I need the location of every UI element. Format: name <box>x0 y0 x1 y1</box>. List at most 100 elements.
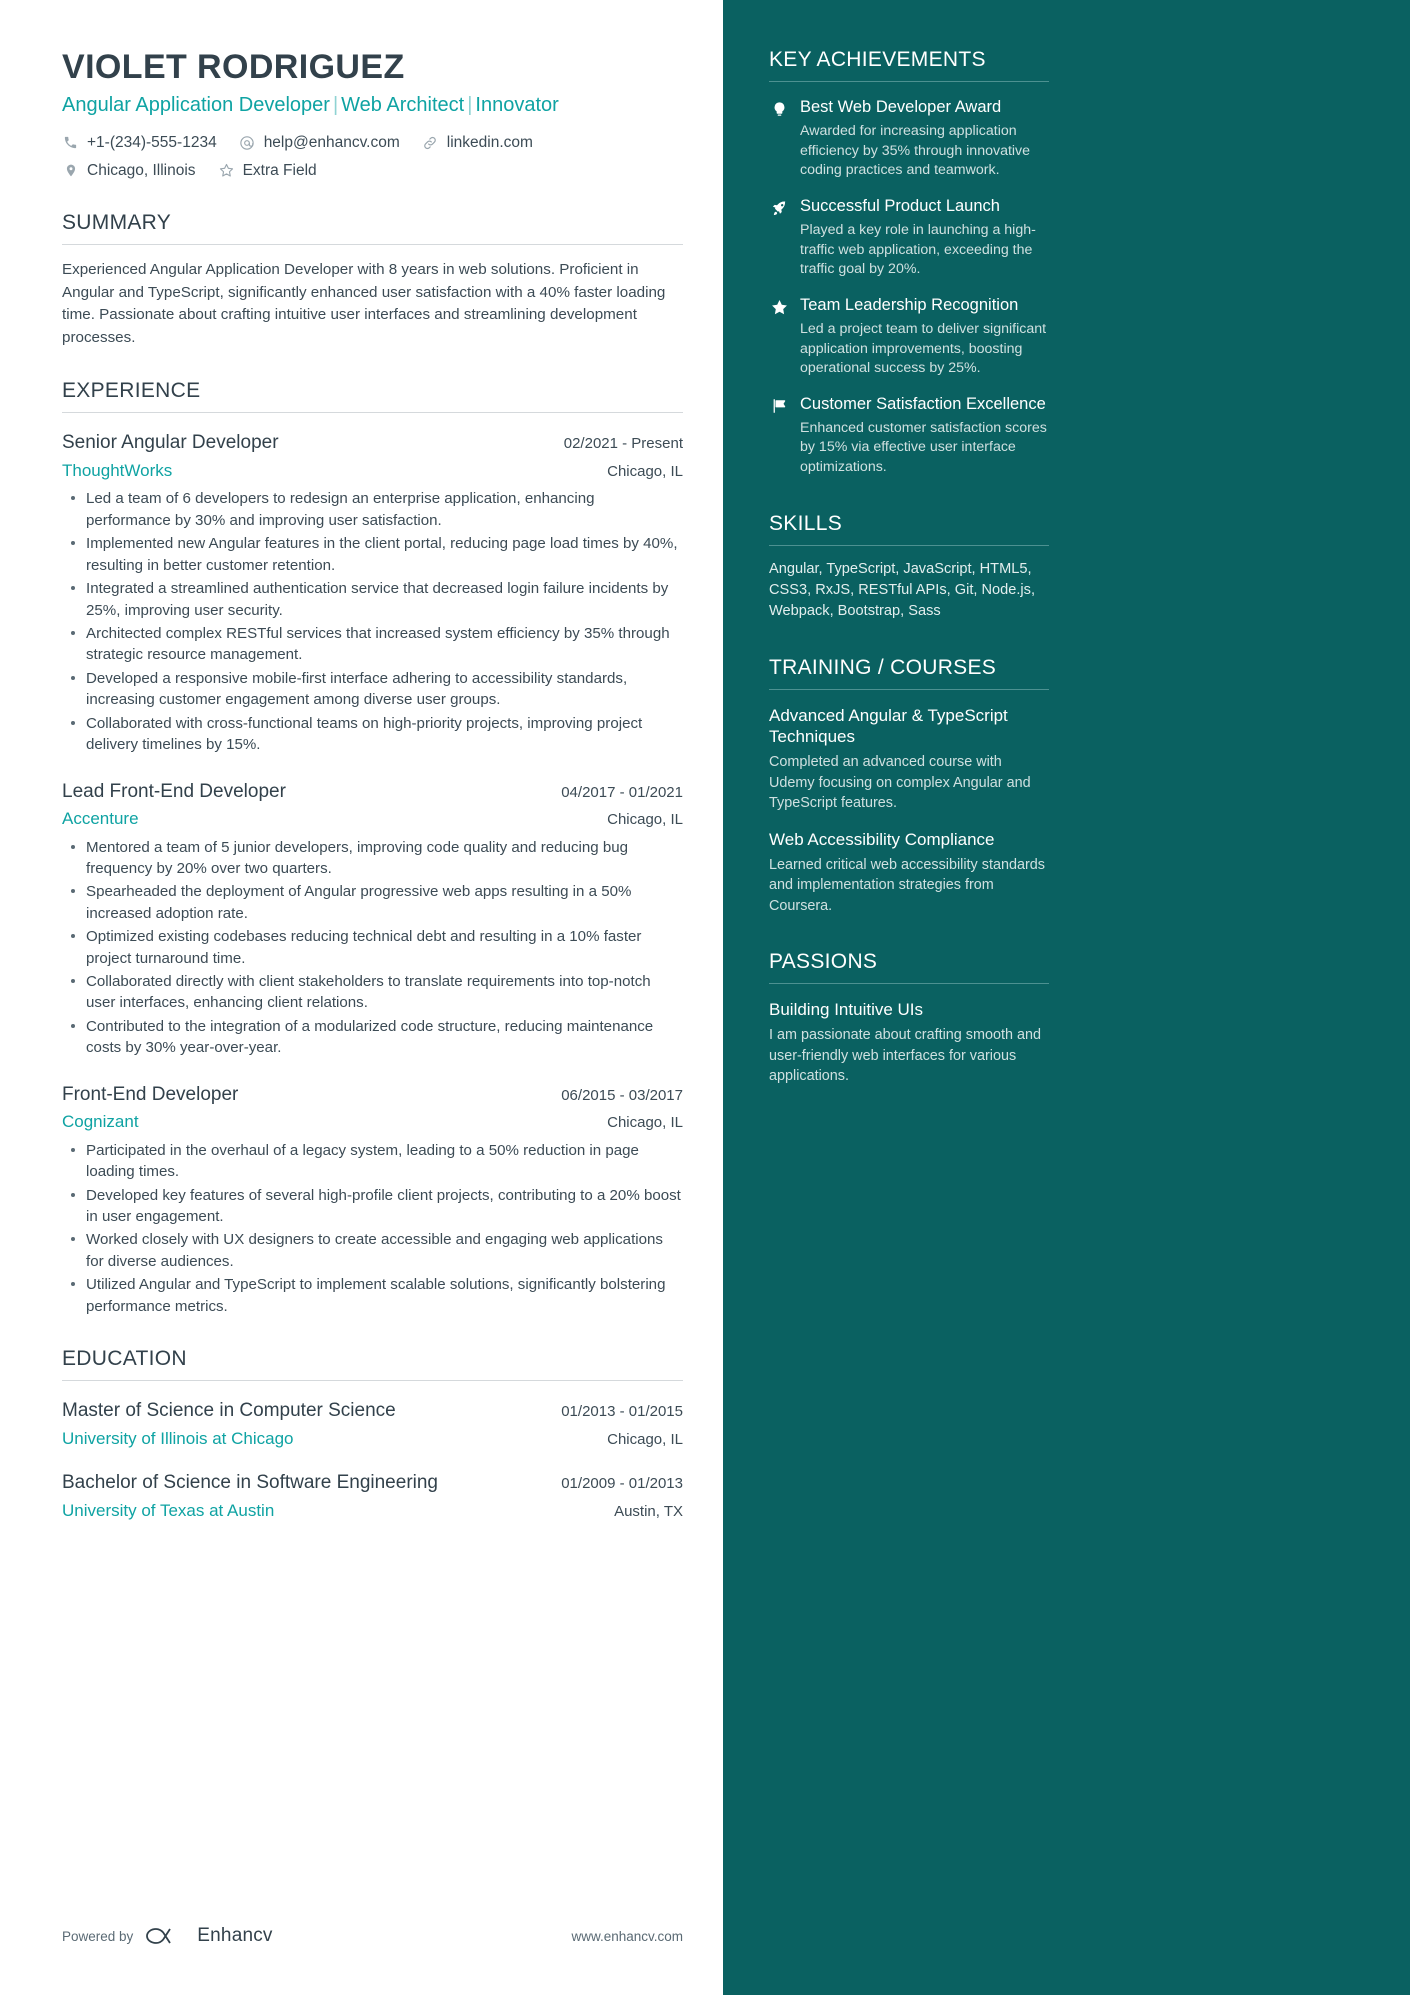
contact-row-1: +1-(234)-555-1234 help@enhancv.com linke… <box>62 132 683 154</box>
skills-list: Angular, TypeScript, JavaScript, HTML5, … <box>769 560 1036 619</box>
achievement-item: Team Leadership Recognition Led a projec… <box>769 295 1049 379</box>
experience-entry: Senior Angular Developer 02/2021 - Prese… <box>62 431 683 755</box>
education-entry-subheader: University of Illinois at Chicago Chicag… <box>62 1428 683 1449</box>
job-dates: 06/2015 - 03/2017 <box>561 1086 683 1104</box>
job-title: Front-End Developer <box>62 1083 239 1105</box>
job-location: Chicago, IL <box>607 1114 683 1132</box>
enhancv-brand-name: Enhancv <box>197 1925 273 1946</box>
page-footer: Powered by Enhancv www.enhancv.com <box>62 1925 683 1947</box>
contact-extra-field[interactable]: Extra Field <box>218 160 317 182</box>
education-divider <box>62 1380 683 1382</box>
location-pin-icon <box>62 162 79 179</box>
achievement-title: Best Web Developer Award <box>800 98 1002 116</box>
job-bullet: Utilized Angular and TypeScript to imple… <box>71 1274 683 1317</box>
job-bullet: Developed a responsive mobile-first inte… <box>71 668 683 711</box>
flag-icon <box>769 394 789 478</box>
course-title: Advanced Angular & TypeScript Techniques <box>769 706 1008 747</box>
job-bullet: Developed key features of several high-p… <box>71 1185 683 1228</box>
powered-by-label: Powered by <box>62 1928 134 1944</box>
enhancv-logo-icon <box>143 1925 187 1947</box>
achievement-description: Awarded for increasing application effic… <box>800 123 1031 179</box>
link-icon <box>422 134 439 151</box>
experience-entry-subheader: Accenture Chicago, IL <box>62 808 683 829</box>
job-bullet: Implemented new Angular features in the … <box>71 533 683 576</box>
summary-divider <box>62 244 683 246</box>
job-bullet: Collaborated with cross-functional teams… <box>71 713 683 756</box>
headline-part-3: Innovator <box>475 94 559 117</box>
contact-email[interactable]: help@enhancv.com <box>239 132 400 154</box>
skills-title: SKILLS <box>769 511 843 535</box>
contact-email-text: help@enhancv.com <box>263 134 400 152</box>
headline-separator: | <box>467 94 473 117</box>
job-bullet: Integrated a streamlined authentication … <box>71 578 683 621</box>
headline-separator: | <box>332 94 339 117</box>
job-dates: 02/2021 - Present <box>563 435 683 453</box>
enhancv-branding[interactable]: Powered by Enhancv <box>62 1925 273 1947</box>
job-bullets: Led a team of 6 developers to redesign a… <box>62 488 683 755</box>
email-icon <box>239 134 256 151</box>
achievement-body: Team Leadership Recognition Led a projec… <box>800 295 1049 379</box>
sidebar: KEY ACHIEVEMENTS Best Web Developer Awar… <box>723 0 1410 1995</box>
education-school: University of Texas at Austin <box>62 1500 275 1520</box>
main-column: VIOLET RODRIGUEZ Angular Application Dev… <box>0 0 723 1995</box>
contact-linkedin[interactable]: linkedin.com <box>422 132 533 154</box>
key-achievements-title: KEY ACHIEVEMENTS <box>769 48 986 71</box>
job-company: ThoughtWorks <box>62 461 173 481</box>
education-entry: Master of Science in Computer Science 01… <box>62 1399 683 1449</box>
education-degree: Master of Science in Computer Science <box>62 1400 396 1422</box>
contact-extra-field-text: Extra Field <box>242 161 317 179</box>
experience-title: EXPERIENCE <box>62 379 201 403</box>
course-item: Web Accessibility Compliance Learned cri… <box>769 829 1049 916</box>
passion-item: Building Intuitive UIs I am passionate a… <box>769 999 1049 1086</box>
job-bullet: Mentored a team of 5 junior developers, … <box>71 837 683 880</box>
training-section: TRAINING / COURSES Advanced Angular & Ty… <box>769 656 1049 916</box>
star-filled-icon <box>769 295 789 379</box>
course-item: Advanced Angular & TypeScript Techniques… <box>769 705 1049 814</box>
passions-title: PASSIONS <box>769 950 878 974</box>
education-section: EDUCATION Master of Science in Computer … <box>62 1347 683 1521</box>
experience-divider <box>62 412 683 414</box>
achievement-item: Successful Product Launch Played a key r… <box>769 196 1049 280</box>
education-dates: 01/2013 - 01/2015 <box>561 1403 683 1421</box>
key-achievements-divider <box>769 81 1049 82</box>
education-school: University of Illinois at Chicago <box>62 1428 294 1448</box>
contact-block: +1-(234)-555-1234 help@enhancv.com linke… <box>62 132 683 181</box>
experience-entry-subheader: ThoughtWorks Chicago, IL <box>62 460 683 481</box>
experience-entry-header: Senior Angular Developer 02/2021 - Prese… <box>62 431 683 455</box>
job-bullet: Collaborated directly with client stakeh… <box>71 971 683 1014</box>
headline-part-1: Angular Application Developer <box>62 94 330 117</box>
education-entry-subheader: University of Texas at Austin Austin, TX <box>62 1500 683 1521</box>
experience-entry: Front-End Developer 06/2015 - 03/2017 Co… <box>62 1083 683 1317</box>
contact-row-2: Chicago, Illinois Extra Field <box>62 160 683 182</box>
skills-divider <box>769 544 1049 546</box>
achievement-body: Customer Satisfaction Excellence Enhance… <box>800 394 1049 478</box>
passion-description: I am passionate about crafting smooth an… <box>769 1027 1041 1085</box>
experience-entry-subheader: Cognizant Chicago, IL <box>62 1111 683 1132</box>
achievement-item: Customer Satisfaction Excellence Enhance… <box>769 394 1049 478</box>
job-bullet: Led a team of 6 developers to redesign a… <box>71 488 683 531</box>
contact-location[interactable]: Chicago, Illinois <box>62 160 196 182</box>
achievement-item: Best Web Developer Award Awarded for inc… <box>769 97 1049 181</box>
job-bullet: Spearheaded the deployment of Angular pr… <box>71 881 683 924</box>
enhancv-url[interactable]: www.enhancv.com <box>571 1929 683 1944</box>
star-icon <box>218 162 235 179</box>
job-bullet: Architected complex RESTful services tha… <box>71 623 683 666</box>
education-title: EDUCATION <box>62 1347 187 1371</box>
header-block: VIOLET RODRIGUEZ Angular Application Dev… <box>62 48 683 181</box>
achievement-title: Successful Product Launch <box>800 196 1000 215</box>
job-title: Lead Front-End Developer <box>62 780 286 802</box>
summary-section: SUMMARY Experienced Angular Application … <box>62 211 683 349</box>
passion-title: Building Intuitive UIs <box>769 1000 924 1020</box>
achievement-body: Best Web Developer Award Awarded for inc… <box>800 97 1049 181</box>
contact-phone[interactable]: +1-(234)-555-1234 <box>62 132 217 154</box>
education-location: Chicago, IL <box>607 1430 683 1448</box>
phone-icon <box>62 134 79 151</box>
job-bullet: Contributed to the integration of a modu… <box>71 1016 683 1059</box>
job-title: Senior Angular Developer <box>62 432 279 454</box>
experience-entry: Lead Front-End Developer 04/2017 - 01/20… <box>62 780 683 1059</box>
achievement-title: Team Leadership Recognition <box>800 295 1019 314</box>
job-bullets: Participated in the overhaul of a legacy… <box>62 1140 683 1317</box>
achievement-description: Enhanced customer satisfaction scores by… <box>800 419 1047 476</box>
resume-page: VIOLET RODRIGUEZ Angular Application Dev… <box>0 0 1410 1995</box>
education-entry-header: Master of Science in Computer Science 01… <box>62 1399 683 1423</box>
